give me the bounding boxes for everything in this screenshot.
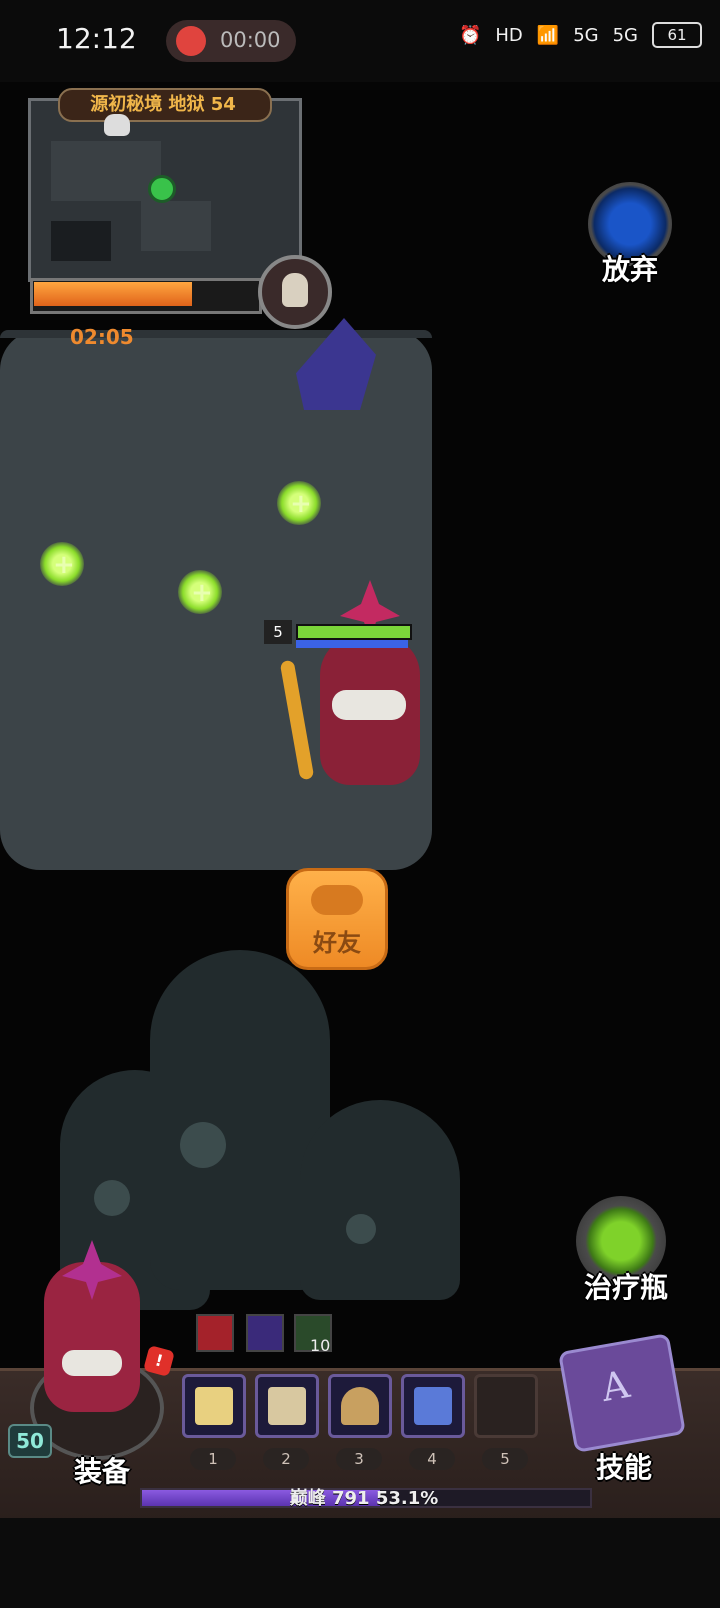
buff-crown-icon xyxy=(196,1314,234,1352)
minimap-corridor xyxy=(141,201,211,251)
record-time: 00:00 xyxy=(220,28,281,52)
alarm-icon: ⏰ xyxy=(458,24,482,46)
slot-number: 2 xyxy=(263,1448,309,1470)
screen-record-pill[interactable]: 00:00 xyxy=(166,20,296,62)
player-mp-bar xyxy=(296,640,408,648)
status-icons: ⏰ HD 📶 5G 5G 61 xyxy=(459,22,702,48)
heal-orb[interactable]: + xyxy=(40,542,84,586)
beam-skill-icon xyxy=(195,1387,233,1425)
player-hp-fill xyxy=(298,626,410,638)
signal-5g-icon: 5G xyxy=(573,24,599,46)
skill-slot-1[interactable] xyxy=(182,1374,246,1438)
cloud-icon xyxy=(311,885,363,915)
skill-slot-5[interactable] xyxy=(474,1374,538,1438)
heal-orb[interactable]: + xyxy=(277,481,321,525)
statue-eye xyxy=(94,1180,130,1216)
friend-button[interactable]: 好友 xyxy=(286,868,388,970)
skill-slot-4[interactable] xyxy=(401,1374,465,1438)
hero-avatar-mask xyxy=(62,1350,122,1376)
equipment-button-label[interactable]: 装备 xyxy=(54,1450,150,1490)
player-hp-bar xyxy=(296,624,412,640)
abandon-button-label[interactable]: 放弃 xyxy=(580,248,680,288)
signal-5g-icon-2: 5G xyxy=(612,24,638,46)
player-character xyxy=(279,580,440,800)
skill-book-icon[interactable]: A xyxy=(557,1333,687,1453)
player-position-marker xyxy=(148,175,176,203)
slot-number: 1 xyxy=(190,1448,236,1470)
hero-level-badge: 50 xyxy=(8,1424,52,1458)
statue-eye xyxy=(346,1214,376,1244)
meteor-skill-icon xyxy=(414,1387,452,1425)
statue-eye xyxy=(180,1122,226,1168)
skill-slot-2[interactable] xyxy=(255,1374,319,1438)
skill-slot-3[interactable] xyxy=(328,1374,392,1438)
buff-crystal-icon xyxy=(246,1314,284,1352)
slot-number: 3 xyxy=(336,1448,382,1470)
wifi-icon: 📶 xyxy=(536,24,560,46)
record-camera-icon xyxy=(176,26,206,56)
hud-footer xyxy=(0,1518,720,1608)
ghost-statue xyxy=(300,1100,460,1300)
dungeon-title: 源初秘境 地狱 54 xyxy=(90,94,236,115)
player-level-badge: 5 xyxy=(264,620,292,644)
player-mask xyxy=(332,690,406,720)
battery-icon: 61 xyxy=(652,22,702,48)
boss-skull-icon xyxy=(258,255,332,329)
heal-potion-label[interactable]: 治疗瓶 xyxy=(566,1266,686,1306)
minimap-corridor xyxy=(51,141,161,201)
room-edge xyxy=(0,330,432,338)
dome-skill-icon xyxy=(341,1387,379,1425)
heal-orb[interactable]: + xyxy=(178,570,222,614)
friend-button-label: 好友 xyxy=(313,929,361,957)
light-skill-icon xyxy=(268,1387,306,1425)
dungeon-timer: 02:05 xyxy=(70,325,134,349)
slot-number: 5 xyxy=(482,1448,528,1470)
player-mp-fill xyxy=(296,640,408,648)
boss-skull-face xyxy=(282,273,308,307)
buff-stack-count: 10 xyxy=(310,1336,331,1355)
slot-number: 4 xyxy=(409,1448,455,1470)
experience-text: 巅峰 791 53.1% xyxy=(289,1488,439,1509)
skull-icon xyxy=(104,114,130,136)
clock: 12:12 xyxy=(56,22,137,55)
boss-progress-fill xyxy=(34,282,193,306)
minimap-wall xyxy=(51,221,111,261)
skills-button-label[interactable]: 技能 xyxy=(574,1446,674,1486)
book-rune: A xyxy=(598,1361,633,1411)
hd-icon: HD xyxy=(495,24,523,46)
